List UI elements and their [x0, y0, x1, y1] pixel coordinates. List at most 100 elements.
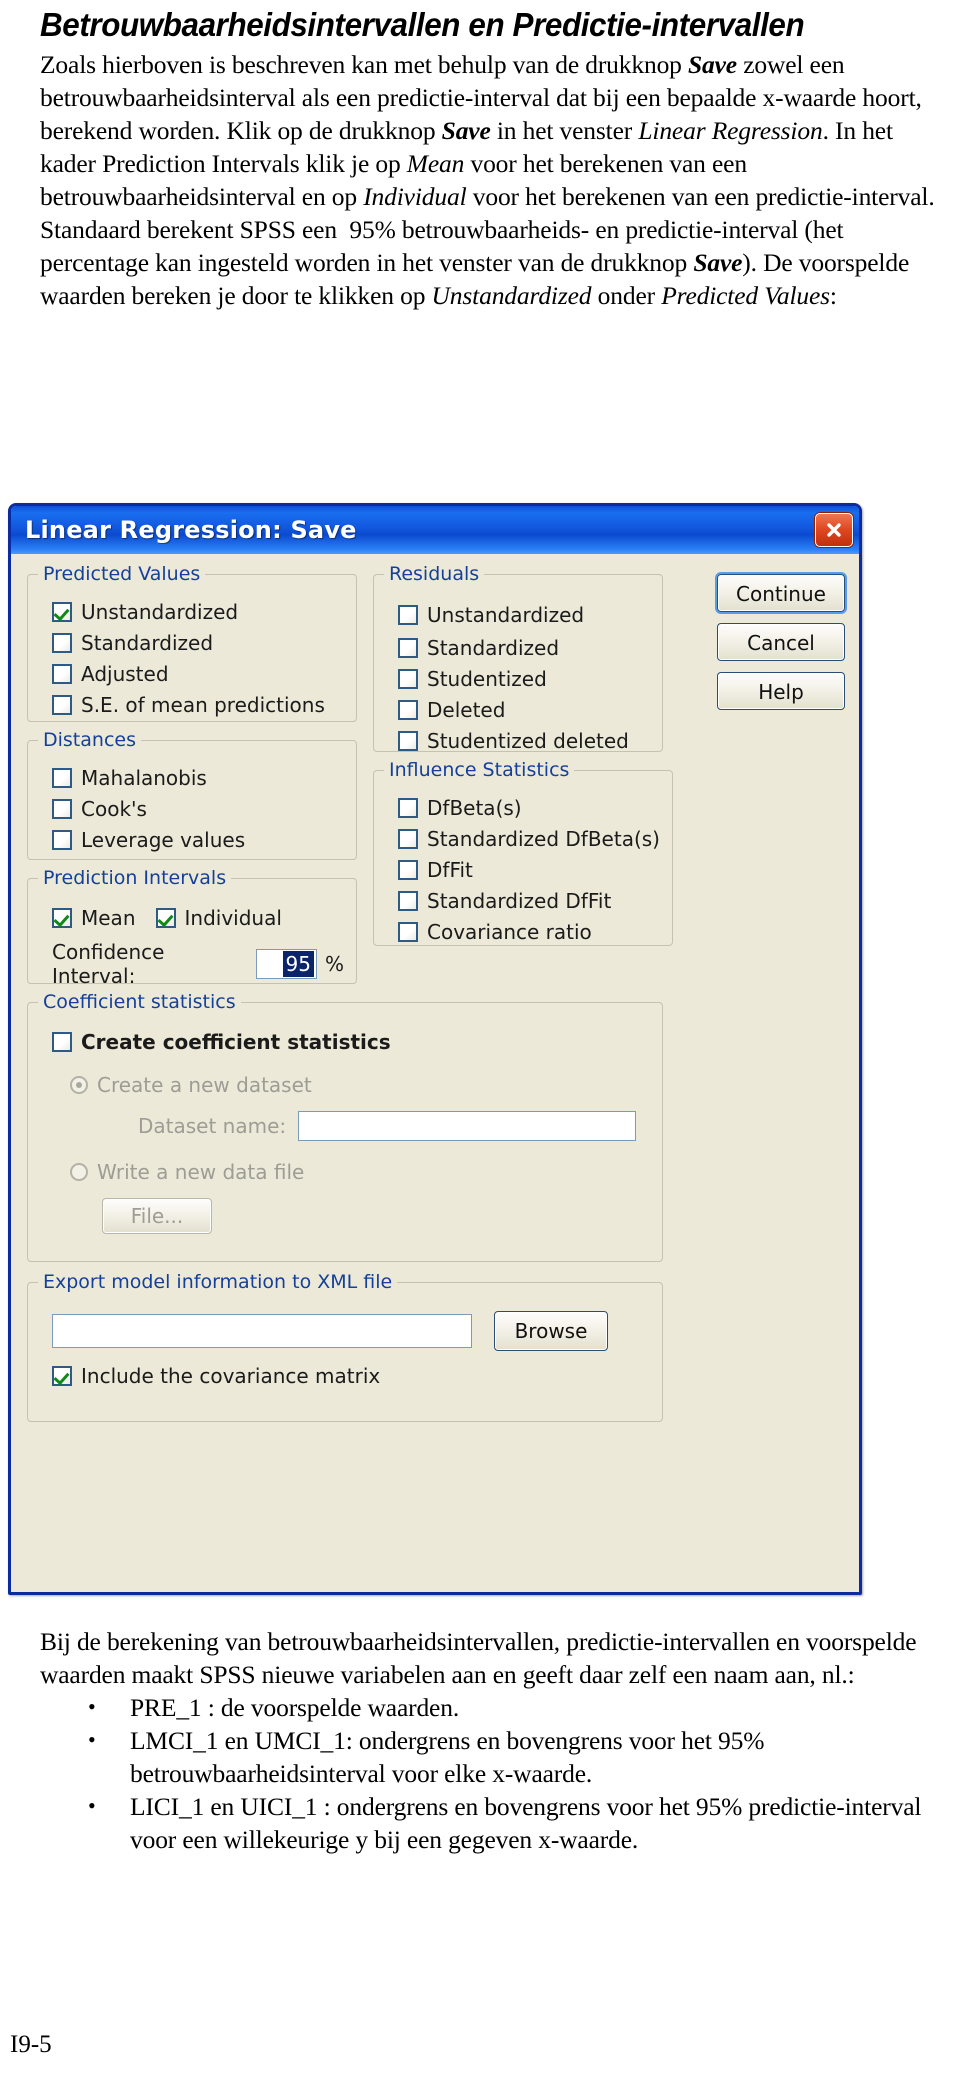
checkbox-label: Unstandardized — [81, 600, 239, 625]
variable-name-list: • PRE_1 : de voorspelde waarden. • LMCI_… — [40, 1691, 940, 1856]
checkbox-residual-studentized[interactable]: Studentized — [398, 664, 650, 695]
radio-write-new-data-file[interactable]: Write a new data file — [52, 1157, 650, 1188]
checkbox-box[interactable] — [52, 602, 72, 623]
radio-create-new-dataset[interactable]: Create a new dataset — [52, 1070, 650, 1101]
radio-label: Write a new data file — [97, 1160, 305, 1185]
checkbox-box[interactable] — [52, 768, 72, 789]
checkbox-box[interactable] — [398, 860, 418, 881]
checkbox-box[interactable] — [398, 891, 418, 912]
radio-circle[interactable] — [70, 1076, 88, 1095]
checkbox-label: S.E. of mean predictions — [81, 693, 325, 718]
dialog-action-buttons: Continue Cancel Help — [717, 574, 845, 721]
checkbox-box[interactable] — [398, 700, 418, 721]
checkbox-distance-cooks[interactable]: Cook's — [52, 794, 344, 825]
checkbox-box[interactable] — [52, 1032, 72, 1053]
checkbox-label: Standardized — [81, 631, 214, 656]
bullet-icon: • — [88, 1793, 96, 1818]
checkbox-influence-standardized-dfbeta[interactable]: Standardized DfBeta(s) — [398, 824, 660, 855]
close-icon[interactable] — [815, 513, 853, 547]
checkbox-predicted-se-mean[interactable]: S.E. of mean predictions — [52, 690, 344, 721]
checkbox-label: Create coefficient statistics — [81, 1030, 391, 1055]
checkbox-box[interactable] — [398, 638, 418, 659]
intro-paragraph: Zoals hierboven is beschreven kan met be… — [40, 49, 935, 310]
checkbox-box[interactable] — [398, 669, 418, 690]
checkbox-box[interactable] — [52, 1366, 72, 1387]
bullet-icon: • — [88, 1694, 96, 1719]
checkbox-residual-studentized-deleted[interactable]: Studentized deleted — [398, 726, 650, 757]
group-influence-statistics-legend: Influence Statistics — [384, 759, 575, 781]
checkbox-label: Unstandardized — [427, 602, 585, 627]
checkbox-residual-deleted[interactable]: Deleted — [398, 695, 650, 726]
checkbox-influence-dffit[interactable]: DfFit — [398, 855, 660, 886]
checkbox-box[interactable] — [52, 695, 72, 716]
group-distances: Distances Mahalanobis Cook's Leverage va… — [27, 729, 357, 860]
checkbox-box[interactable] — [52, 664, 72, 685]
dialog-titlebar: Linear Regression: Save — [11, 506, 859, 554]
xml-path-input[interactable] — [52, 1313, 472, 1348]
checkbox-box[interactable] — [52, 830, 72, 851]
group-predicted-values-legend: Predicted Values — [38, 563, 206, 585]
confidence-interval-value: 95 — [282, 950, 314, 977]
file-button[interactable]: File... — [102, 1197, 212, 1234]
checkbox-label: DfFit — [427, 858, 473, 883]
checkbox-box[interactable] — [398, 604, 418, 625]
checkbox-label: Standardized — [427, 636, 560, 661]
checkbox-label: Individual — [184, 906, 282, 931]
checkbox-include-covariance-matrix[interactable]: Include the covariance matrix — [52, 1361, 650, 1392]
checkbox-label: Deleted — [427, 698, 506, 723]
group-influence-statistics: Influence Statistics DfBeta(s) Standardi… — [373, 759, 673, 948]
checkbox-create-coefficient-statistics[interactable]: Create coefficient statistics — [52, 1027, 650, 1058]
group-prediction-intervals: Prediction Intervals Mean Individual Con… — [27, 867, 357, 988]
checkbox-box[interactable] — [52, 908, 72, 929]
checkbox-interval-mean[interactable]: Mean — [52, 903, 136, 934]
group-predicted-values: Predicted Values Unstandardized Standard… — [27, 563, 357, 722]
bullet-icon: • — [88, 1727, 96, 1752]
checkbox-residual-standardized[interactable]: Standardized — [398, 633, 650, 664]
list-item-label: PRE_1 : de voorspelde waarden. — [130, 1693, 460, 1722]
checkbox-predicted-adjusted[interactable]: Adjusted — [52, 659, 344, 690]
checkbox-influence-covariance-ratio[interactable]: Covariance ratio — [398, 917, 660, 948]
checkbox-predicted-unstandardized[interactable]: Unstandardized — [52, 597, 344, 628]
radio-circle[interactable] — [70, 1163, 88, 1182]
checkbox-box[interactable] — [398, 798, 418, 819]
checkbox-label: Studentized deleted — [427, 729, 629, 754]
checkbox-interval-individual[interactable]: Individual — [155, 903, 282, 934]
group-export-model-xml-legend: Export model information to XML file — [38, 1271, 398, 1293]
checkbox-distance-leverage[interactable]: Leverage values — [52, 825, 344, 856]
checkbox-box[interactable] — [398, 731, 418, 752]
continue-button[interactable]: Continue — [717, 574, 845, 612]
list-item: • LMCI_1 en UMCI_1: ondergrens en boveng… — [88, 1724, 940, 1790]
page-folio: I9-5 — [10, 2031, 52, 2058]
checkbox-label: Adjusted — [81, 662, 169, 687]
dataset-name-input[interactable] — [298, 1110, 637, 1141]
list-item: • PRE_1 : de voorspelde waarden. — [88, 1691, 940, 1724]
checkbox-residual-unstandardized[interactable]: Unstandardized — [398, 597, 650, 633]
checkbox-box[interactable] — [398, 922, 418, 943]
group-export-model-xml: Export model information to XML file Bro… — [27, 1271, 663, 1422]
browse-button[interactable]: Browse — [494, 1310, 608, 1351]
closing-paragraph: Bij de berekening van betrouwbaarheidsin… — [40, 1627, 917, 1689]
list-item-label: LMCI_1 en UMCI_1: ondergrens en bovengre… — [130, 1726, 765, 1788]
confidence-interval-input[interactable]: 95 — [256, 948, 317, 979]
checkbox-influence-standardized-dffit[interactable]: Standardized DfFit — [398, 886, 660, 917]
list-item: • LICI_1 en UICI_1 : ondergrens en boven… — [88, 1790, 940, 1856]
group-prediction-intervals-legend: Prediction Intervals — [38, 867, 232, 889]
checkbox-distance-mahalanobis[interactable]: Mahalanobis — [52, 763, 344, 794]
checkbox-box[interactable] — [52, 633, 72, 654]
checkbox-label: Cook's — [81, 797, 147, 822]
checkbox-influence-dfbeta[interactable]: DfBeta(s) — [398, 793, 660, 824]
checkbox-box[interactable] — [52, 799, 72, 820]
checkbox-box[interactable] — [398, 829, 418, 850]
checkbox-label: Standardized DfBeta(s) — [427, 827, 660, 852]
percent-sign: % — [324, 951, 344, 976]
group-distances-legend: Distances — [38, 729, 141, 751]
document-text-block: Betrouwbaarheidsintervallen en Predictie… — [40, 6, 940, 312]
checkbox-box[interactable] — [155, 908, 176, 929]
checkbox-predicted-standardized[interactable]: Standardized — [52, 628, 344, 659]
cancel-button[interactable]: Cancel — [717, 623, 845, 661]
checkbox-label: Mahalanobis — [81, 766, 207, 791]
radio-label: Create a new dataset — [97, 1073, 312, 1098]
group-coefficient-statistics-legend: Coefficient statistics — [38, 991, 241, 1013]
help-button[interactable]: Help — [717, 672, 845, 710]
checkbox-label: Mean — [81, 906, 136, 931]
